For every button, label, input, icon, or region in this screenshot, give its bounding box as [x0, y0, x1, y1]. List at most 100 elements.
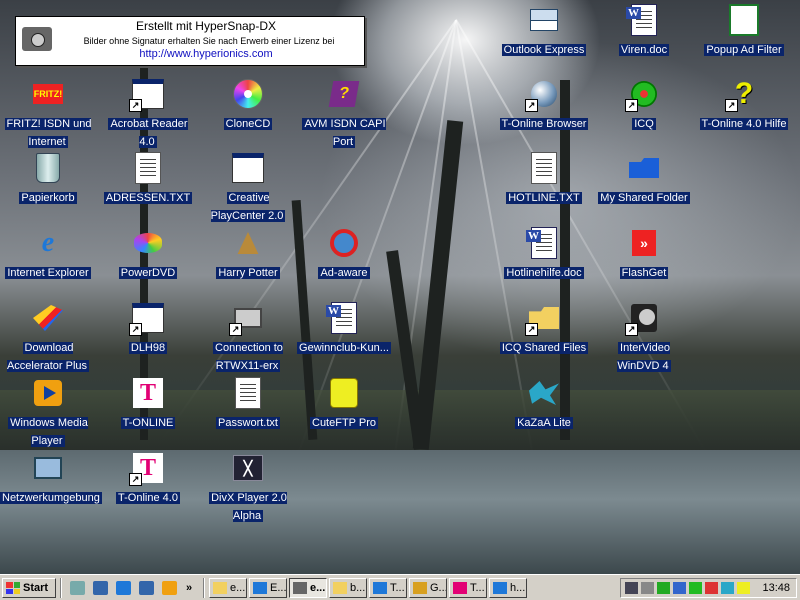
desktop-icon[interactable]: Papierkorb — [0, 152, 96, 206]
desktop-icon[interactable]: Windows Media Player — [0, 377, 96, 449]
icq-folder-icon: ↗ — [525, 302, 560, 336]
taskbar-button[interactable]: T... — [449, 578, 487, 598]
desktop-icon-label: Harry Potter — [216, 267, 280, 279]
watermark-url[interactable]: http://www.hyperionics.com — [56, 48, 356, 60]
desktop-icon[interactable]: Netzwerkumgebung — [0, 452, 102, 506]
t-online-icon — [453, 582, 467, 594]
taskbar-button[interactable]: E... — [249, 578, 287, 598]
desktop-icon[interactable]: ╳ DivX Player 2.0 Alpha — [200, 452, 296, 524]
display-icon[interactable] — [673, 582, 686, 594]
desktop-icon-label: ICQ — [632, 118, 656, 130]
clock[interactable]: 13:48 — [762, 582, 790, 594]
shortcut-arrow-icon: ↗ — [525, 99, 538, 112]
cd-icon — [232, 78, 264, 110]
taskbar-button[interactable]: G... — [409, 578, 447, 598]
desktop-icon[interactable]: T ↗ T-Online 4.0 — [100, 452, 196, 506]
shield-icon[interactable] — [705, 582, 718, 594]
desktop-icon[interactable]: ? ↗ T-Online 4.0 Hilfe — [696, 77, 792, 132]
desktop-icon[interactable]: Creative PlayCenter 2.0 — [200, 152, 296, 224]
desktop-icon[interactable]: ↗ InterVideo WinDVD 4 — [596, 302, 692, 374]
internet-explorer-icon — [253, 582, 267, 594]
desktop-icon[interactable]: ↗ T-Online Browser — [496, 78, 592, 132]
powerdvd-icon — [132, 227, 164, 259]
paint-icon — [293, 582, 307, 594]
taskbar-button[interactable]: e... — [289, 578, 327, 598]
taskbar-button[interactable]: T... — [369, 578, 407, 598]
help-icon: ? ↗ — [725, 77, 760, 112]
shortcut-arrow-icon: ↗ — [129, 99, 142, 112]
cuteftp-tray-icon[interactable] — [737, 582, 750, 594]
desktop-icon[interactable]: ↗ ICQ — [596, 78, 692, 132]
internet-explorer-icon — [373, 582, 387, 594]
t-online-icon: T — [132, 377, 164, 409]
taskbar-button-label: e... — [310, 582, 326, 594]
desktop-icon-label: Ad-aware — [318, 267, 370, 279]
desktop-icon[interactable]: » FlashGet — [596, 227, 692, 281]
desktop-icon[interactable]: Ad-aware — [296, 227, 392, 281]
text-file-icon — [232, 377, 264, 409]
desktop-icon[interactable]: ↗ DLH98 — [100, 302, 196, 356]
cuteftp-icon — [328, 377, 360, 409]
taskbar-button[interactable]: b... — [329, 578, 367, 598]
desktop-icon-label: T-Online Browser — [499, 118, 589, 130]
desktop-icon[interactable]: ↗ ICQ Shared Files — [496, 302, 592, 356]
start-label: Start — [23, 582, 49, 594]
icq-icon[interactable] — [689, 582, 702, 594]
desktop-icon[interactable]: Popup Ad Filter — [696, 4, 792, 58]
media-player-icon[interactable] — [160, 579, 178, 597]
desktop-icon[interactable]: Download Accelerator Plus — [0, 302, 96, 374]
outlook-express-icon[interactable] — [91, 579, 109, 597]
desktop-icon[interactable]: e Internet Explorer — [0, 227, 96, 281]
desktop[interactable]: Erstellt mit HyperSnap-DX Bilder ohne Si… — [0, 0, 800, 574]
monitor-icon[interactable] — [625, 582, 638, 594]
desktop-icon[interactable]: HOTLINE.TXT — [496, 152, 592, 206]
desktop-icon[interactable]: ? AVM ISDN CAPI Port — [296, 78, 392, 150]
desktop-icon[interactable]: Passwort.txt — [200, 377, 296, 431]
hypersnap-watermark: Erstellt mit HyperSnap-DX Bilder ohne Si… — [15, 16, 365, 66]
desktop-icon-label: ADRESSEN.TXT — [103, 192, 193, 204]
shortcut-arrow-icon: ↗ — [129, 323, 142, 336]
desktop-icon[interactable]: W Viren.doc — [596, 4, 692, 58]
desktop-icon-label: My Shared Folder — [598, 192, 690, 204]
show-desktop-icon[interactable] — [68, 579, 86, 597]
desktop-icon[interactable]: ↗ Connection to RTWX11-erx — [200, 302, 296, 374]
desktop-icon[interactable]: ↗ Acrobat Reader 4.0 — [100, 78, 196, 150]
taskbar-button-label: G... — [430, 582, 447, 594]
desktop-icon-label: HOTLINE.TXT — [506, 192, 582, 204]
desktop-icon[interactable]: T T-ONLINE — [100, 377, 196, 431]
desktop-icon-label: Viren.doc — [618, 44, 670, 56]
windvd-icon: ↗ — [625, 302, 660, 336]
media-player-icon — [32, 377, 64, 409]
desktop-icon-label: Download Accelerator Plus — [6, 342, 90, 372]
desktop-icon[interactable]: ADRESSEN.TXT — [100, 152, 196, 206]
volume-icon[interactable] — [641, 582, 654, 594]
outlook-express-icon — [528, 4, 560, 36]
desktop-icon[interactable]: Harry Potter — [200, 227, 296, 281]
kazaa-tray-icon[interactable] — [721, 582, 734, 594]
messenger-icon — [413, 582, 427, 594]
desktop-icon[interactable]: PowerDVD — [100, 227, 196, 281]
desktop-icon[interactable]: My Shared Folder — [596, 152, 692, 206]
program-window-icon: ↗ — [129, 78, 164, 112]
taskbar-button[interactable]: h... — [489, 578, 527, 598]
quick-launch-overflow[interactable]: » — [180, 579, 198, 597]
desktop-icon[interactable]: Outlook Express — [496, 4, 592, 58]
start-button[interactable]: Start — [2, 578, 56, 598]
desktop-icon-label: AVM ISDN CAPI Port — [302, 118, 386, 148]
desktop-icon-label: Passwort.txt — [216, 417, 280, 429]
desktop-icon[interactable]: FRITZ! FRITZ! ISDN und Internet — [0, 78, 96, 150]
desktop-icon[interactable]: W Hotlinehilfe.doc — [496, 227, 592, 281]
internet-explorer-icon[interactable] — [114, 579, 132, 597]
desktop-icon-label: PowerDVD — [118, 267, 178, 279]
program-window-icon — [232, 152, 264, 184]
shortcut-arrow-icon: ↗ — [229, 323, 242, 336]
taskbar-button[interactable]: e... — [209, 578, 247, 598]
desktop-icon[interactable]: KaZaA Lite — [496, 377, 592, 431]
desktop-icon[interactable]: CuteFTP Pro — [296, 377, 392, 431]
desktop-icon[interactable]: W Gewinnclub-Kun... — [296, 302, 392, 356]
word-doc-icon: W — [626, 4, 660, 36]
desktop-icon[interactable]: CloneCD — [200, 78, 296, 132]
network-icon[interactable] — [657, 582, 670, 594]
outlook-express-icon[interactable] — [137, 579, 155, 597]
watermark-subtitle: Bilder ohne Signatur erhalten Sie nach E… — [83, 36, 335, 46]
